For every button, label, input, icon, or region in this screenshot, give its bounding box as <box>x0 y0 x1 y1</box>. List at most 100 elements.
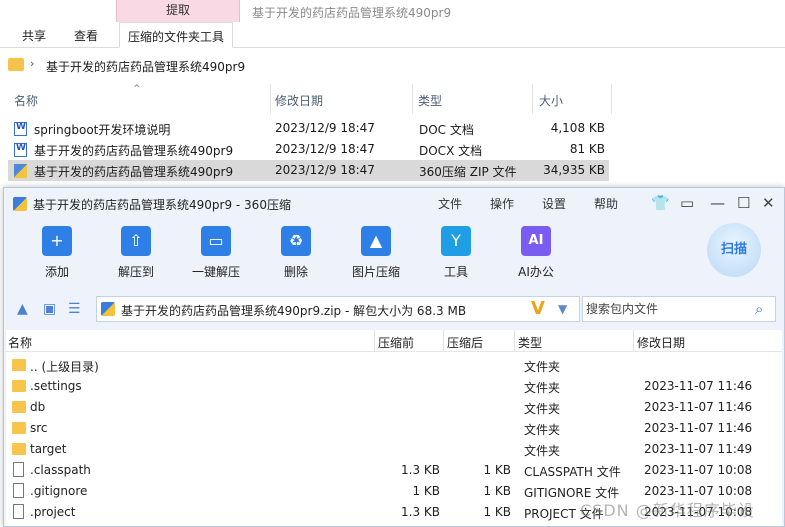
column-divider[interactable] <box>633 330 634 352</box>
zip-entry-name: target <box>30 442 67 456</box>
menu-operation[interactable]: 操作 <box>490 195 514 212</box>
column-divider[interactable] <box>374 330 375 352</box>
close-icon[interactable]: ✕ <box>762 194 775 212</box>
zip-entry-date: 2023-11-07 10:08 <box>644 463 753 477</box>
zip-window-title: 基于开发的药店药品管理系统490pr9 - 360压缩 <box>33 198 291 212</box>
zip-list-row[interactable]: .classpath 1.3 KB 1 KB CLASSPATH 文件 2023-11-… <box>6 460 782 481</box>
extract-to-button[interactable]: ⇧ 解压到 <box>101 226 171 280</box>
column-divider[interactable] <box>514 330 515 352</box>
zip-window: 基于开发的药店药品管理系统490pr9 - 360压缩 文件 操作 设置 帮助 … <box>3 187 785 527</box>
column-before[interactable]: 压缩前 <box>378 334 414 351</box>
file-date: 2023/12/9 18:47 <box>275 121 375 135</box>
column-type[interactable]: 类型 <box>418 92 442 109</box>
file-icon <box>13 504 24 519</box>
folder-icon <box>12 443 26 455</box>
tools-button[interactable]: Y 工具 <box>421 226 491 280</box>
list-view-icon[interactable]: ☰ <box>68 301 81 317</box>
feedback-icon[interactable]: ▭ <box>680 194 694 212</box>
watermark: CSDN @新华程序毕设 <box>580 501 755 520</box>
word-doc-icon <box>14 143 27 157</box>
folder-icon <box>12 401 26 413</box>
zip-entry-name: db <box>30 400 46 414</box>
explorer-address-bar[interactable]: › 基于开发的药店药品管理系统490pr9 <box>0 52 785 78</box>
menu-settings[interactable]: 设置 <box>542 195 566 212</box>
file-size: 34,935 KB <box>543 163 605 177</box>
zip-list-row[interactable]: target 文件夹 2023-11-07 11:49 <box>6 439 782 460</box>
zip-entry-date: 2023-11-07 10:08 <box>644 484 753 498</box>
zip-entry-type: CLASSPATH 文件 <box>524 465 621 479</box>
zip-title-bar[interactable]: 基于开发的药店药品管理系统490pr9 - 360压缩 文件 操作 设置 帮助 … <box>4 188 784 220</box>
column-type[interactable]: 类型 <box>518 334 542 351</box>
file-type: DOC 文档 <box>419 123 474 137</box>
minimize-icon[interactable]: — <box>710 194 725 212</box>
file-row-selected[interactable]: 基于开发的药店药品管理系统490pr9 2023/12/9 18:47 360压… <box>8 160 609 181</box>
view-mode-icon[interactable]: ▣ <box>43 301 56 317</box>
address-path[interactable]: 基于开发的药店药品管理系统490pr9 <box>46 58 245 75</box>
file-size: 4,108 KB <box>550 121 605 135</box>
zip-entry-date: 2023-11-07 11:46 <box>644 379 753 393</box>
tool-label: 删除 <box>283 265 308 279</box>
zip-address-row: ▲ ▣ ☰ 基于开发的药店药品管理系统490pr9.zip - 解包大小为 68… <box>4 292 784 326</box>
column-divider[interactable] <box>532 84 533 114</box>
tab-view[interactable]: 查看 <box>74 27 98 44</box>
explorer-ribbon-tabs: 共享 查看 压缩的文件夹工具 <box>0 22 785 48</box>
column-date[interactable]: 修改日期 <box>637 334 685 351</box>
zip-list-row[interactable]: src 文件夹 2023-11-07 11:46 <box>6 418 782 439</box>
zip-entry-date: 2023-11-07 11:49 <box>644 442 753 456</box>
file-row[interactable]: 基于开发的药店药品管理系统490pr9 2023/12/9 18:47 DOCX… <box>8 139 609 160</box>
scan-button[interactable]: 扫描 <box>707 223 761 277</box>
add-button[interactable]: + 添加 <box>22 226 92 280</box>
column-divider[interactable] <box>443 330 444 352</box>
search-input[interactable] <box>586 300 746 318</box>
zip-path-box[interactable]: 基于开发的药店药品管理系统490pr9.zip - 解包大小为 68.3 MB … <box>96 296 580 322</box>
tool-label: 添加 <box>44 265 69 279</box>
skin-icon[interactable]: 👕 <box>651 194 670 212</box>
image-compress-button[interactable]: ▲ 图片压缩 <box>341 226 411 280</box>
zip-list-row[interactable]: .settings 文件夹 2023-11-07 11:46 <box>6 376 782 397</box>
delete-button[interactable]: ♻ 删除 <box>261 226 331 280</box>
up-arrow-icon[interactable]: ▲ <box>17 301 28 317</box>
zip-entry-name: .classpath <box>30 463 91 477</box>
zip-archive-icon <box>14 164 27 178</box>
column-name[interactable]: 名称 <box>14 92 38 109</box>
tool-label: 解压到 <box>117 265 154 279</box>
file-date: 2023/12/9 18:47 <box>275 163 375 177</box>
tab-share[interactable]: 共享 <box>22 27 46 44</box>
column-divider[interactable] <box>412 84 413 114</box>
file-icon <box>13 462 24 477</box>
zip-list-row[interactable]: db 文件夹 2023-11-07 11:46 <box>6 397 782 418</box>
menu-file[interactable]: 文件 <box>438 195 462 212</box>
tab-extract[interactable]: 提取 <box>116 0 240 22</box>
zip-entry-type: 文件夹 <box>524 381 561 395</box>
tab-compressed-folder-tools[interactable]: 压缩的文件夹工具 <box>119 22 234 48</box>
file-row[interactable]: springboot开发环境说明 2023/12/9 18:47 DOC 文档 … <box>8 118 609 139</box>
column-divider[interactable] <box>270 84 271 114</box>
column-date[interactable]: 修改日期 <box>275 92 323 109</box>
zip-list-row[interactable]: .. (上级目录) 文件夹 <box>6 355 782 376</box>
tool-label: 图片压缩 <box>351 265 400 279</box>
chevron-right-icon[interactable]: › <box>30 57 34 70</box>
maximize-icon[interactable]: ☐ <box>737 194 750 212</box>
menu-help[interactable]: 帮助 <box>594 195 618 212</box>
column-size[interactable]: 大小 <box>539 92 563 109</box>
file-size: 81 KB <box>569 142 605 156</box>
column-after[interactable]: 压缩后 <box>447 334 483 351</box>
zip-search-box[interactable]: ⌕ <box>582 296 776 322</box>
folder-icon <box>8 58 24 71</box>
zip-path-text: 基于开发的药店药品管理系统490pr9.zip - 解包大小为 68.3 MB <box>121 304 467 318</box>
zip-entry-size-before: 1.3 KB <box>401 463 440 477</box>
column-name[interactable]: 名称 <box>8 334 32 351</box>
word-doc-icon <box>14 122 27 136</box>
file-type: 360压缩 ZIP 文件 <box>419 165 517 179</box>
file-name: 基于开发的药店药品管理系统490pr9 <box>34 144 234 158</box>
tool-label: AI办公 <box>518 265 554 279</box>
search-icon[interactable]: ⌕ <box>755 300 763 318</box>
explorer-window-title: 基于开发的药店药品管理系统490pr9 <box>252 6 452 20</box>
column-divider[interactable] <box>611 84 612 114</box>
zip-entry-type: 文件夹 <box>524 402 561 416</box>
one-click-extract-button[interactable]: ▭ 一键解压 <box>181 226 251 280</box>
verified-icon[interactable]: V <box>531 298 545 319</box>
ai-office-button[interactable]: AI AI办公 <box>501 226 571 280</box>
zip-entry-size-before: 1.3 KB <box>401 505 440 519</box>
chevron-down-icon[interactable]: ▼ <box>558 302 567 316</box>
